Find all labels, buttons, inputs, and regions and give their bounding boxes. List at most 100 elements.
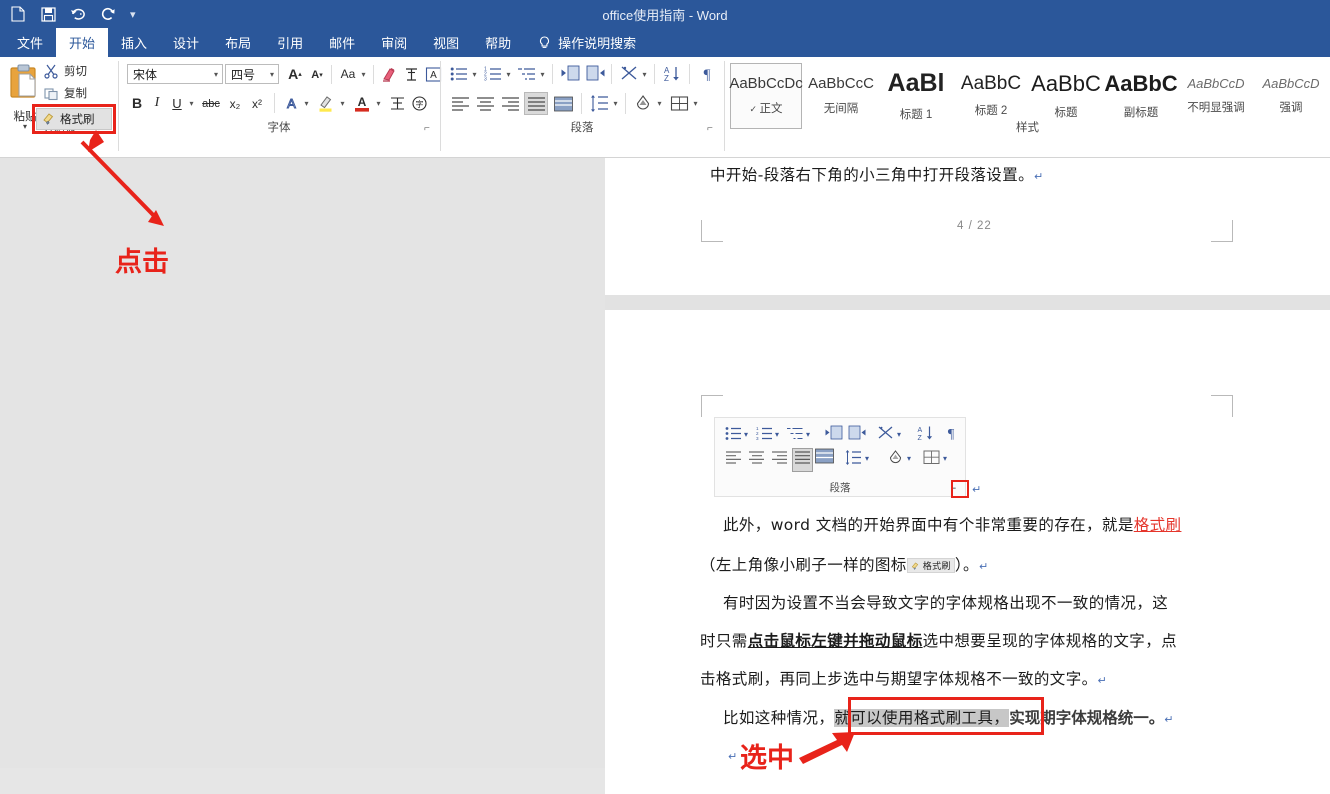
font-dialog-launcher[interactable]: ⌐ [424,123,430,134]
strikethrough-button[interactable]: abc [199,94,223,114]
increase-indent-icon[interactable] [584,63,606,84]
embedded-chinese-caret-icon: ▾ [897,430,901,439]
redo-icon[interactable] [100,6,116,22]
style-preview: AaBbCcD [1262,77,1319,91]
para-divider-1 [552,64,553,84]
show-formatting-marks-icon[interactable]: ¶ [696,63,717,84]
grow-font-button[interactable]: A▴ [285,65,305,83]
subscript-button[interactable]: x₂ [225,94,245,114]
circled-character-icon[interactable]: 字 [409,93,429,113]
save-icon[interactable] [40,6,56,22]
tab-file[interactable]: 文件 [4,28,56,57]
tab-help[interactable]: 帮助 [472,28,524,57]
embedded-decrease-indent-icon [825,425,843,446]
inline-format-painter-chip: 格式刷 [907,558,955,573]
select-annotation-label: 选中 [740,736,794,775]
text-highlight-icon[interactable] [315,92,336,114]
align-right-icon[interactable] [499,93,521,114]
enclose-character-icon[interactable] [387,93,407,113]
cut-button[interactable]: 剪切 [44,63,87,79]
clear-formatting-icon[interactable] [379,64,399,84]
underline-button[interactable]: U [168,93,186,113]
font-size-combobox[interactable]: 四号 ▾ [225,64,279,84]
line-spacing-caret-icon[interactable]: ▾ [611,98,620,108]
document-page-1[interactable]: 中开始-段落右下角的小三角中打开段落设置。↵ 4 / 22 [605,158,1330,295]
italic-button[interactable]: I [148,93,166,113]
svg-text:Z: Z [664,74,669,82]
bold-button[interactable]: B [128,93,146,113]
para-divider-5 [581,93,582,114]
distributed-align-icon[interactable] [551,92,575,115]
undo-icon[interactable] [70,6,86,22]
tab-view[interactable]: 视图 [420,28,472,57]
tab-mailings[interactable]: 邮件 [316,28,368,57]
pilcrow-icon: ↵ [1164,713,1174,726]
style-label: 不明显强调 [1187,99,1245,115]
font-size-caret-icon[interactable]: ▾ [270,70,274,79]
para-line-5-text: 击格式刷，再同上步选中与期望字体规格不一致的文字。 [700,670,1098,688]
tab-design[interactable]: 设计 [160,28,212,57]
tab-insert[interactable]: 插入 [108,28,160,57]
borders-icon[interactable] [668,93,690,114]
embedded-numbering-caret-icon: ▾ [775,430,779,439]
chinese-layout-caret-icon[interactable]: ▾ [640,69,649,79]
style-preview: AaBl [888,70,945,98]
tell-me-search[interactable]: 操作说明搜索 [524,28,646,57]
svg-text:字: 字 [415,99,423,109]
multilevel-list-icon[interactable] [517,64,537,84]
bullets-caret-icon[interactable]: ▾ [470,69,479,79]
highlight-caret-icon[interactable]: ▾ [338,98,347,108]
quick-access-toolbar[interactable]: ▾ [0,0,136,28]
page1-margin-corner-bottom-right [1211,220,1233,242]
para-line-5: 击格式刷，再同上步选中与期望字体规格不一致的文字。↵ [700,667,1107,689]
embedded-borders-caret-icon: ▾ [943,454,947,463]
tab-references[interactable]: 引用 [264,28,316,57]
superscript-button[interactable]: x² [247,94,267,114]
embedded-distributed-icon [815,448,834,470]
text-effects-caret-icon[interactable]: ▾ [302,98,311,108]
embedded-bullets-caret-icon: ▾ [744,430,748,439]
borders-caret-icon[interactable]: ▾ [691,98,700,108]
phonetic-guide-icon[interactable] [401,64,421,84]
change-case-caret-icon[interactable]: ▾ [359,69,368,79]
numbering-icon[interactable]: 123 [483,64,503,84]
page2-margin-corner-top-left [701,395,723,417]
underline-caret-icon[interactable]: ▾ [187,98,196,108]
paragraph-dialog-launcher[interactable]: ⌐ [707,123,713,134]
ribbon-group-styles: AaBbCcDc 正文 AaBbCcC 无间隔 AaBl 标题 1 AaBbC … [725,57,1330,158]
shading-icon[interactable] [632,93,654,114]
line-spacing-icon[interactable] [588,93,610,114]
multilevel-caret-icon[interactable]: ▾ [538,69,547,79]
copy-button[interactable]: 复制 [44,85,87,101]
svg-text:A: A [287,96,296,111]
tab-home[interactable]: 开始 [56,28,108,57]
font-name-caret-icon[interactable]: ▾ [214,70,218,79]
align-center-icon[interactable] [474,93,496,114]
para-divider-3 [654,64,655,84]
window-title: office使用指南 - Word [0,0,1330,28]
shading-caret-icon[interactable]: ▾ [655,98,664,108]
align-left-icon[interactable] [449,93,471,114]
justify-button[interactable] [524,92,548,115]
change-case-button[interactable]: Aa [337,65,359,83]
para-line-2-text-b: ）。 [955,556,979,574]
font-color-icon[interactable]: A [351,92,372,114]
bullets-icon[interactable] [449,64,469,84]
shrink-font-button[interactable]: A▾ [307,66,327,84]
embedded-chinese-layout-icon [877,425,894,446]
font-color-caret-icon[interactable]: ▾ [374,98,383,108]
para-line-6-text-a: 比如这种情况， [723,709,834,727]
tab-layout[interactable]: 布局 [212,28,264,57]
sort-icon[interactable]: AZ [661,63,682,84]
text-effects-icon[interactable]: A [281,93,301,113]
decrease-indent-icon[interactable] [559,63,581,84]
numbering-caret-icon[interactable]: ▾ [504,69,513,79]
style-preview: AaBbCcDc [729,76,802,93]
new-document-icon[interactable] [10,6,26,22]
paragraph-group-label: 段落 [441,119,723,135]
customize-qat-icon[interactable]: ▾ [130,8,136,21]
font-name-combobox[interactable]: 宋体 ▾ [127,64,223,84]
svg-text:¶: ¶ [703,67,710,82]
tab-review[interactable]: 审阅 [368,28,420,57]
chinese-layout-icon[interactable] [618,63,639,84]
